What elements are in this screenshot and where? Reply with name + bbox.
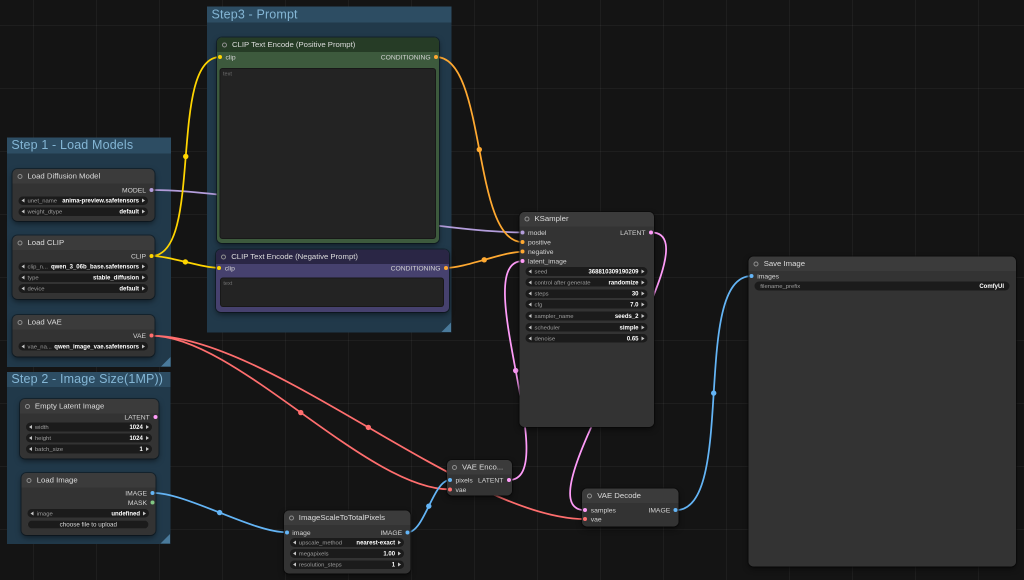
link-midpoint-dot-icon bbox=[711, 390, 716, 395]
link-midpoint-dot-icon bbox=[298, 410, 303, 415]
link-layer bbox=[0, 0, 1024, 580]
link-midpoint-dot-icon bbox=[477, 147, 482, 152]
link-midpoint-dot-icon bbox=[183, 259, 188, 264]
link-midpoint-dot-icon bbox=[513, 368, 518, 373]
link-midpoint-dot-icon bbox=[183, 154, 188, 159]
link-midpoint-dot-icon bbox=[615, 369, 620, 374]
link-midpoint-dot-icon bbox=[482, 257, 487, 262]
graph-canvas[interactable]: Step 1 - Load ModelsStep 2 - Image Size(… bbox=[0, 0, 1024, 580]
app-window: Step 1 - Load ModelsStep 2 - Image Size(… bbox=[0, 0, 1024, 580]
link-midpoint-dot-icon bbox=[334, 209, 339, 214]
link-midpoint-dot-icon bbox=[426, 503, 431, 508]
link-midpoint-dot-icon bbox=[366, 425, 371, 430]
link-midpoint-dot-icon bbox=[217, 510, 222, 515]
